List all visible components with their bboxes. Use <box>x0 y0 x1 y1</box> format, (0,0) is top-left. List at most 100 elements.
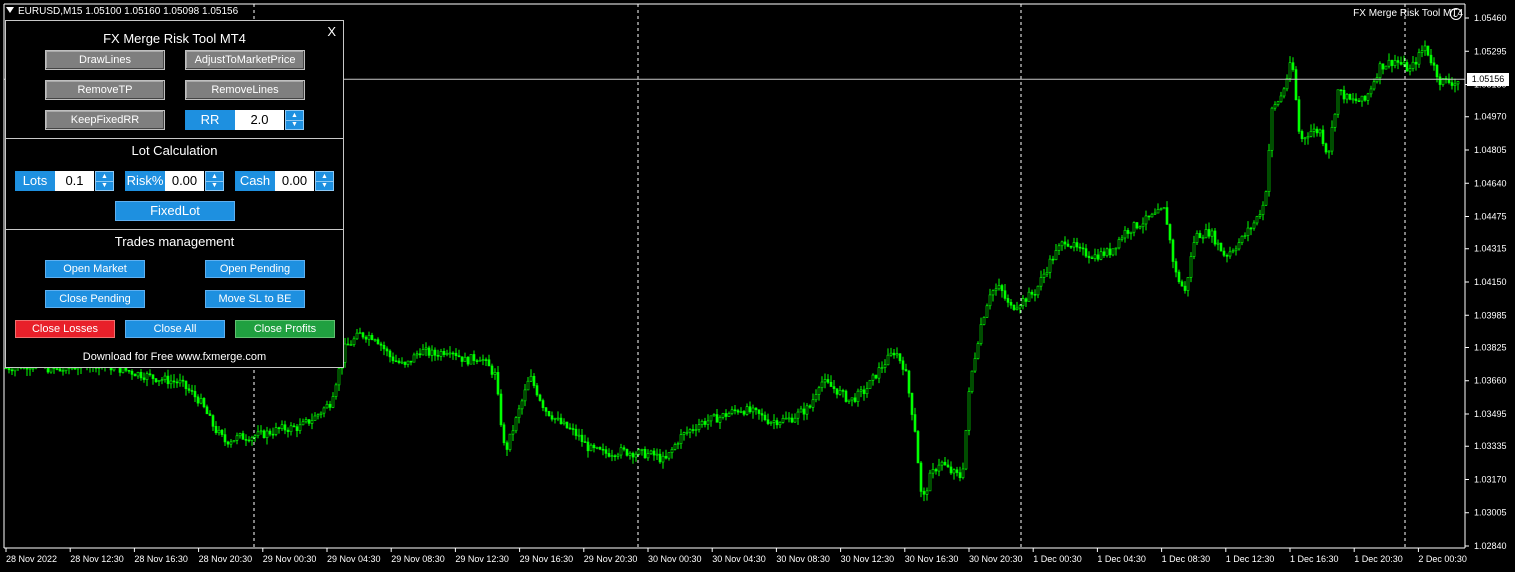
stepper-down-icon[interactable]: ▼ <box>316 181 333 190</box>
candle-body <box>580 434 584 442</box>
x-tick-label: 1 Dec 16:30 <box>1290 554 1339 564</box>
cash-stepper[interactable]: ▲ ▼ <box>315 171 334 191</box>
candle-body <box>1336 89 1340 115</box>
download-link[interactable]: Download for Free www.fxmerge.com <box>6 351 343 363</box>
risk-percent-input[interactable] <box>165 171 204 191</box>
candle-body <box>520 400 524 410</box>
candle-body <box>1354 98 1358 102</box>
x-tick-label: 1 Dec 04:30 <box>1097 554 1146 564</box>
candle-body <box>769 422 773 424</box>
candle-body <box>538 394 542 401</box>
stepper-down-icon[interactable]: ▼ <box>206 181 223 190</box>
risk-percent-stepper[interactable]: ▲ ▼ <box>205 171 224 191</box>
rr-input[interactable] <box>235 110 284 130</box>
candle-body <box>790 417 794 423</box>
move-sl-to-be-button[interactable]: Move SL to BE <box>205 290 305 308</box>
candle-body <box>1159 208 1163 211</box>
candle-body <box>1450 82 1454 86</box>
candle-body <box>181 379 185 382</box>
chart-symbol-header[interactable]: EURUSD,M15 1.05100 1.05160 1.05098 1.051… <box>6 6 238 17</box>
candle-body <box>430 349 434 356</box>
candle-body <box>439 351 443 357</box>
panel-section-lines: FX Merge Risk Tool MT4 X DrawLines Adjus… <box>6 21 343 139</box>
stepper-down-icon[interactable]: ▼ <box>96 181 113 190</box>
candle-body <box>847 399 851 402</box>
candle-body <box>904 369 908 372</box>
y-tick-label: 1.04640 <box>1474 178 1507 188</box>
candle-body <box>862 389 866 395</box>
candle-body <box>1150 213 1154 218</box>
candle-body <box>472 354 476 361</box>
candle-body <box>832 386 836 389</box>
y-tick-label: 1.03170 <box>1474 474 1507 484</box>
candle-body <box>673 444 677 450</box>
candle-body <box>316 414 320 417</box>
close-all-button[interactable]: Close All <box>125 320 225 338</box>
candle-body <box>892 352 896 356</box>
candle-body <box>412 354 416 363</box>
close-profits-button[interactable]: Close Profits <box>235 320 335 338</box>
candle-body <box>997 285 1001 290</box>
candle-body <box>1021 298 1025 307</box>
lots-stepper[interactable]: ▲ ▼ <box>95 171 114 191</box>
candle-body <box>421 349 425 356</box>
remove-lines-button[interactable]: RemoveLines <box>185 80 305 100</box>
open-pending-button[interactable]: Open Pending <box>205 260 305 278</box>
candle-body <box>910 392 914 415</box>
close-losses-button[interactable]: Close Losses <box>15 320 115 338</box>
draw-lines-button[interactable]: DrawLines <box>45 50 165 70</box>
candle-body <box>229 441 233 445</box>
candle-body <box>934 469 938 472</box>
candle-body <box>1429 54 1433 64</box>
candle-body <box>478 359 482 362</box>
cash-input[interactable] <box>275 171 314 191</box>
candle-body <box>226 441 230 445</box>
candle-body <box>433 349 437 356</box>
cash-label: Cash <box>235 171 275 191</box>
candle-body <box>61 370 65 372</box>
candle-body <box>445 353 449 355</box>
candle-body <box>1423 45 1427 52</box>
candle-body <box>238 433 242 437</box>
candle-body <box>1138 226 1142 229</box>
candle-body <box>1402 62 1406 65</box>
candle-body <box>622 447 626 450</box>
close-button[interactable]: X <box>327 24 336 39</box>
remove-tp-button[interactable]: RemoveTP <box>45 80 165 100</box>
candle-body <box>1072 242 1076 248</box>
candle-body <box>1171 239 1175 262</box>
keep-fixed-rr-button[interactable]: KeepFixedRR <box>45 110 165 130</box>
candle-body <box>1432 62 1436 66</box>
candle-body <box>1006 298 1010 303</box>
rr-stepper[interactable]: ▲ ▼ <box>285 110 304 130</box>
candle-body <box>1060 241 1064 247</box>
candle-body <box>1165 207 1169 225</box>
candle-body <box>760 413 764 416</box>
close-pending-button[interactable]: Close Pending <box>45 290 145 308</box>
open-market-button[interactable]: Open Market <box>45 260 145 278</box>
x-tick-label: 29 Nov 16:30 <box>520 554 574 564</box>
lots-input[interactable] <box>55 171 94 191</box>
x-tick-label: 1 Dec 12:30 <box>1226 554 1275 564</box>
candle-body <box>781 418 785 423</box>
stepper-down-icon[interactable]: ▼ <box>286 120 303 129</box>
adjust-to-market-price-button[interactable]: AdjustToMarketPrice <box>185 50 305 70</box>
candle-body <box>655 453 659 456</box>
candle-body <box>1057 245 1061 251</box>
candle-body <box>313 415 317 421</box>
candle-body <box>475 360 479 362</box>
candle-body <box>223 434 227 443</box>
candle-body <box>853 397 857 402</box>
candle-body <box>1417 52 1421 65</box>
candle-body <box>604 449 608 454</box>
candle-body <box>1144 215 1148 225</box>
candle-body <box>1387 59 1391 67</box>
candle-body <box>388 350 392 358</box>
candle-body <box>1318 129 1322 134</box>
fixed-lot-button[interactable]: FixedLot <box>115 201 235 221</box>
candle-body <box>1174 261 1178 273</box>
candle-body <box>808 405 812 408</box>
candle-body <box>262 430 266 439</box>
candle-body <box>541 400 545 408</box>
dropdown-triangle-icon[interactable] <box>6 7 14 13</box>
